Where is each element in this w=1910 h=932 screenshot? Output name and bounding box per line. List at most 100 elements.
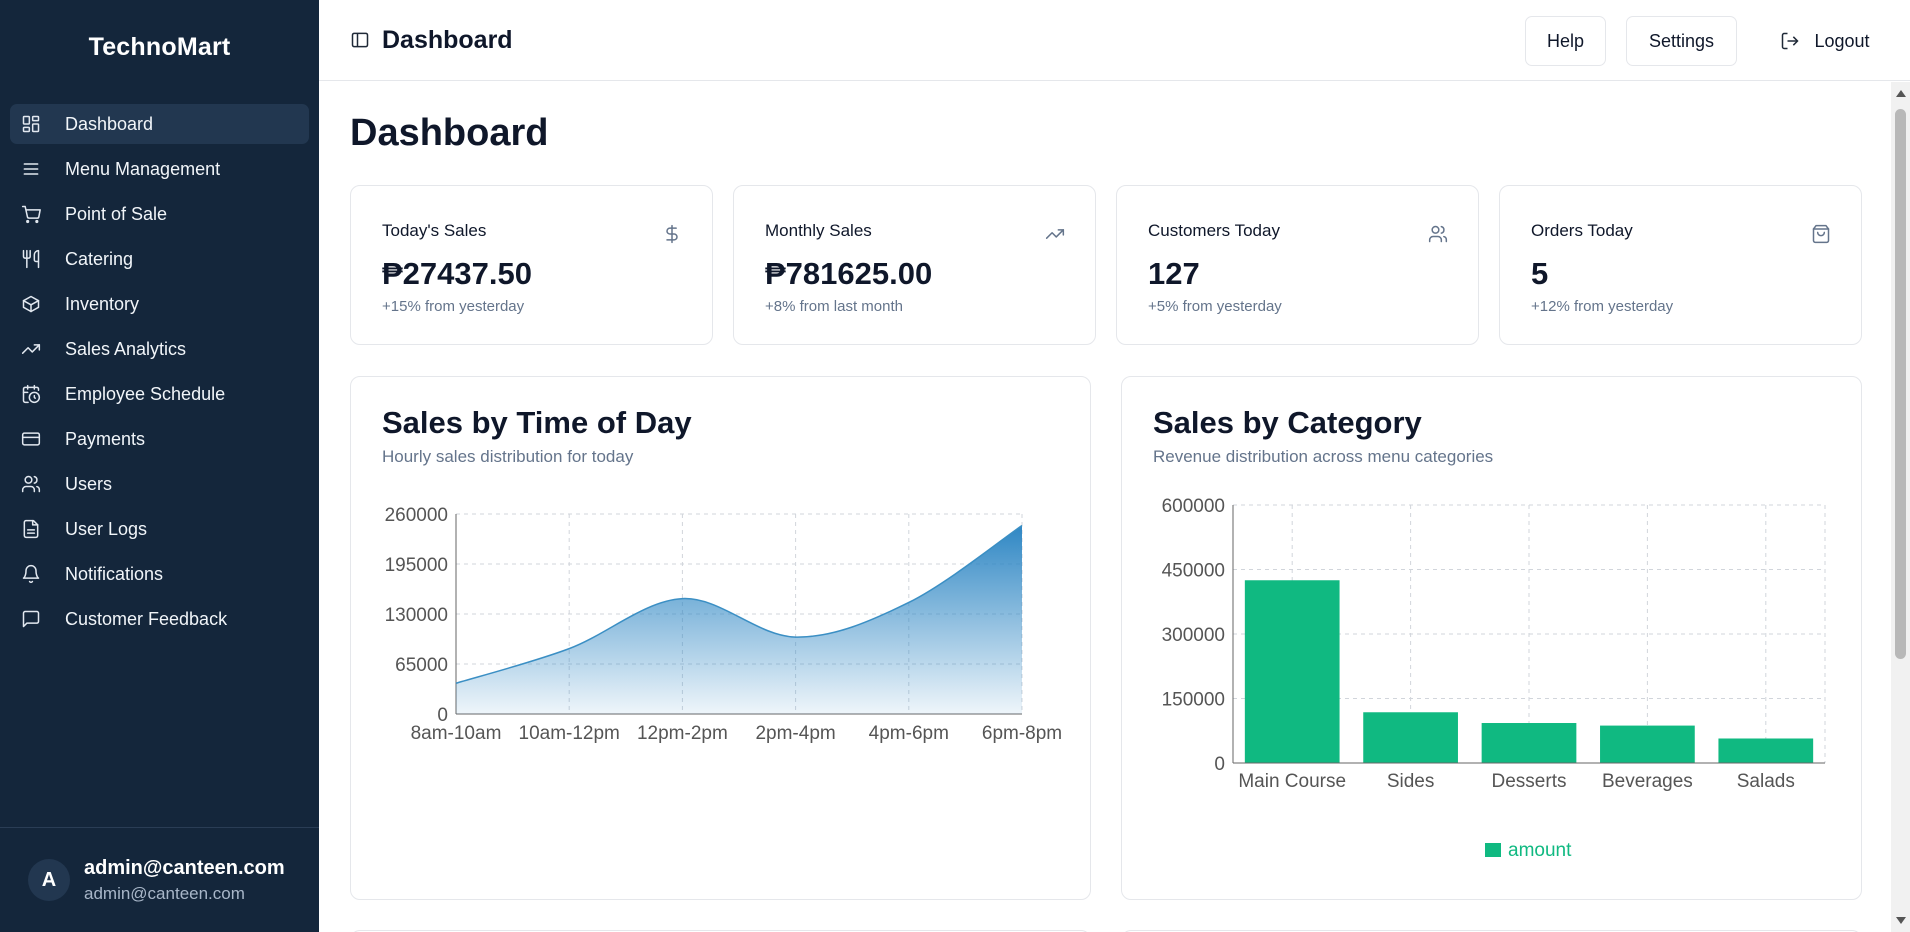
dashboard-icon [20,113,42,135]
stat-label: Monthly Sales [765,221,872,240]
users-icon [20,473,42,495]
message-square-icon [20,608,42,630]
sidebar-item-users[interactable]: Users [10,464,309,504]
sidebar-item-dashboard[interactable]: Dashboard [10,104,309,144]
stat-change: +5% from yesterday [1148,298,1282,315]
help-button[interactable]: Help [1525,16,1606,66]
x-tick-label: 10am-12pm [519,723,620,744]
sidebar-item-label: User Logs [65,518,148,539]
bar [1600,725,1695,763]
stat-value: 127 [1148,256,1200,291]
sidebar-item-label: Users [65,473,113,494]
sidebar-item-inventory[interactable]: Inventory [10,284,309,324]
sidebar-item-label: Payments [65,428,146,449]
sidebar-item-catering[interactable]: Catering [10,239,309,279]
x-tick-label: Sides [1387,771,1435,792]
stat-card-monthly-sales: Monthly Sales ₱781625.00 +8% from last m… [733,185,1096,345]
sidebar-item-employee-schedule[interactable]: Employee Schedule [10,374,309,414]
y-tick-label: 600000 [1162,496,1225,517]
scroll-down-arrow[interactable] [1896,917,1906,924]
bar [1244,580,1340,763]
y-tick-label: 260000 [385,505,448,526]
cart-icon [20,203,42,225]
trending-up-icon [20,338,42,360]
menu-lines-icon [20,158,42,180]
main-scrollbar[interactable] [1891,82,1910,932]
y-tick-label: 300000 [1162,625,1225,646]
x-tick-label: 8am-10am [411,723,502,744]
stat-change: +8% from last month [765,298,903,315]
x-tick-label: 4pm-6pm [869,723,949,744]
sidebar-item-label: Notifications [65,563,164,584]
main-content: Dashboard Today's Sales ₱27437.50 +15% f… [319,82,1891,932]
sidebar-item-menu-management[interactable]: Menu Management [10,149,309,189]
sidebar-item-label: Menu Management [65,158,221,179]
sidebar: TechnoMart Dashboard Menu Management Poi… [0,0,319,932]
stat-label: Orders Today [1531,221,1633,240]
sidebar-item-label: Inventory [65,293,140,314]
sales-by-time-chart: 0650001300001950002600008am-10am 10am-12p… [385,505,1063,744]
top-header: Dashboard Help Settings Logout [319,0,1910,81]
sidebar-item-label: Point of Sale [65,203,168,224]
sidebar-item-point-of-sale[interactable]: Point of Sale [10,194,309,234]
sidebar-item-notifications[interactable]: Notifications [10,554,309,594]
trending-up-icon [1045,224,1065,244]
x-tick-label: Main Course [1238,771,1346,792]
sidebar-item-customer-feedback[interactable]: Customer Feedback [10,599,309,639]
stat-card-orders-today: Orders Today 5 +12% from yesterday [1499,185,1862,345]
sidebar-item-label: Dashboard [65,113,154,134]
sales-by-time-card: Sales by Time of Day Hourly sales distri… [350,376,1091,900]
dollar-icon [662,224,682,244]
scroll-thumb[interactable] [1895,109,1906,659]
file-text-icon [20,518,42,540]
sidebar-item-label: Employee Schedule [65,383,226,404]
sales-by-category-chart: 0 150000 300000 450000 600000 Main Course Side… [1162,496,1826,861]
calendar-clock-icon [20,383,42,405]
x-tick-label: 2pm-4pm [755,723,835,744]
logout-icon [1782,32,1800,50]
sidebar-item-sales-analytics[interactable]: Sales Analytics [10,329,309,369]
user-email: admin@canteen.com [84,883,245,903]
logout-button[interactable]: Logout [1755,16,1895,66]
avatar: A [28,859,70,901]
stat-value: ₱781625.00 [765,256,933,291]
stat-card-todays-sales: Today's Sales ₱27437.50 +15% from yester… [350,185,713,345]
sidebar-item-user-logs[interactable]: User Logs [10,509,309,549]
x-tick-label: 6pm-8pm [982,723,1062,744]
y-tick-label: 130000 [385,605,448,626]
sidebar-nav: Dashboard Menu Management Point of Sale … [0,94,319,639]
page-title: Dashboard [350,112,549,154]
x-tick-label: Salads [1737,771,1795,792]
user-name: admin@canteen.com [84,856,285,879]
x-tick-label: Desserts [1492,771,1567,792]
scroll-up-arrow[interactable] [1896,90,1906,97]
sales-by-category-card: Sales by Category Revenue distribution a… [1121,376,1862,900]
logout-label: Logout [1814,30,1870,51]
sidebar-toggle-icon[interactable] [348,28,372,52]
utensils-icon [20,248,42,270]
bell-icon [20,563,42,585]
bar [1363,712,1458,763]
bar [1481,723,1577,763]
sidebar-item-label: Sales Analytics [65,338,187,359]
header-title: Dashboard [382,25,513,54]
stat-change: +12% from yesterday [1531,298,1674,315]
stat-card-customers-today: Customers Today 127 +5% from yesterday [1116,185,1479,345]
stat-value: 5 [1531,256,1549,291]
users-icon [1428,224,1448,244]
package-icon [20,293,42,315]
x-tick-label: 12pm-2pm [637,723,728,744]
settings-button[interactable]: Settings [1626,16,1737,66]
area-fill [456,525,1022,714]
stat-label: Customers Today [1148,221,1280,240]
legend-label: amount [1508,840,1572,861]
sidebar-item-payments[interactable]: Payments [10,419,309,459]
user-profile[interactable]: A admin@canteen.com admin@canteen.com [0,827,319,932]
sidebar-item-label: Catering [65,248,134,269]
brand-logo: TechnoMart [88,32,231,61]
stat-label: Today's Sales [382,221,487,240]
y-tick-label: 65000 [395,655,448,676]
y-tick-label: 150000 [1162,690,1225,711]
credit-card-icon [20,428,42,450]
sidebar-item-label: Customer Feedback [65,608,228,629]
